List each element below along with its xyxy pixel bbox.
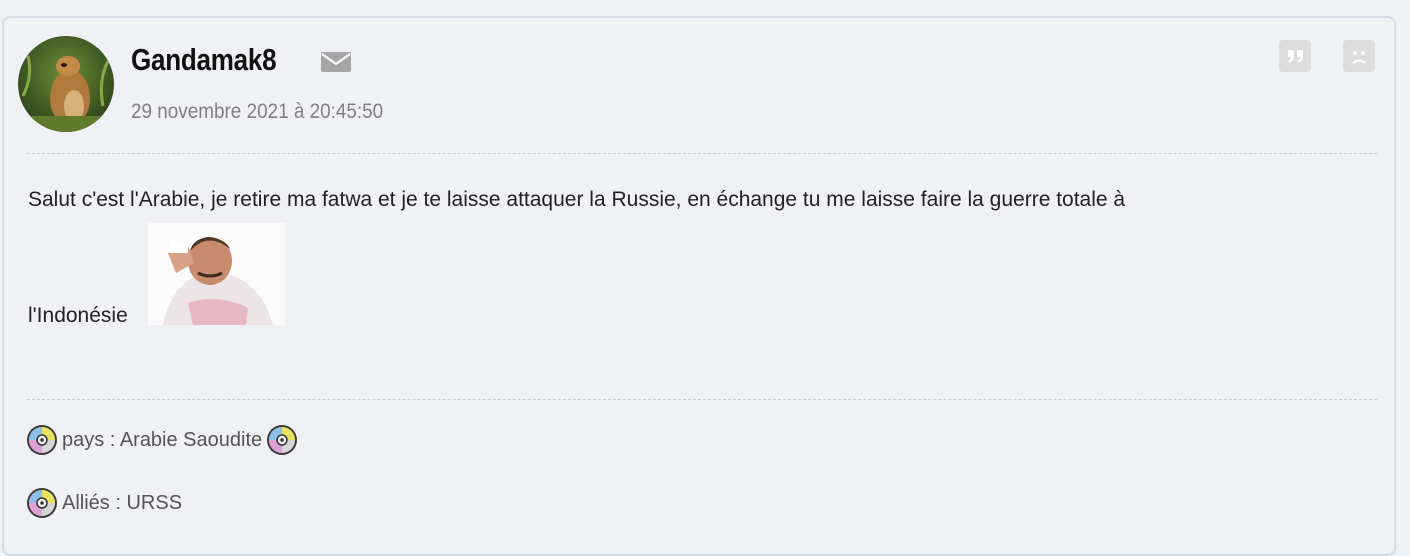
forum-post: Gandamak8 29 novembre 2021 à 20:45:50 Sa… (2, 16, 1396, 556)
avatar[interactable] (18, 36, 114, 132)
message-text-line2: l'Indonésie (28, 304, 128, 327)
sad-face-icon (1352, 50, 1366, 64)
cd-disc-icon (26, 424, 58, 456)
author-name[interactable]: Gandamak8 (131, 42, 277, 78)
signature-divider (27, 399, 1377, 400)
header-divider (27, 153, 1377, 154)
cd-disc-icon (26, 487, 58, 519)
signature-line-allies: Alliés : URSS (26, 487, 182, 519)
envelope-icon[interactable] (321, 52, 351, 77)
quote-icon (1288, 50, 1303, 63)
message-text-line1: Salut c'est l'Arabie, je retire ma fatwa… (28, 188, 1126, 211)
meme-image (148, 223, 285, 325)
cd-disc-icon (266, 424, 298, 456)
post-timestamp: 29 novembre 2021 à 20:45:50 (131, 100, 384, 123)
signature-line-country: pays : Arabie Saoudite (26, 424, 298, 456)
signature-allies-text: Alliés : URSS (62, 491, 183, 514)
signature-country-text: pays : Arabie Saoudite (62, 428, 263, 451)
report-button[interactable] (1343, 40, 1375, 72)
quote-button[interactable] (1279, 40, 1311, 72)
